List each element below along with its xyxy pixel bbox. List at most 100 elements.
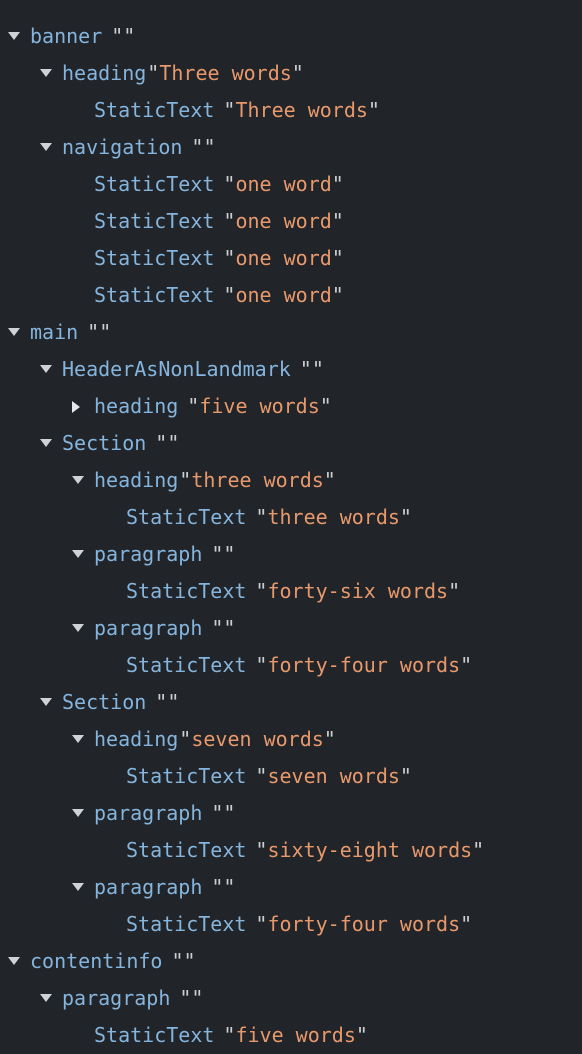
tree-node[interactable]: StaticText "one word"	[0, 166, 582, 203]
tree-node[interactable]: paragraph ""	[0, 610, 582, 647]
tree-node[interactable]: heading"Three words"	[0, 55, 582, 92]
chevron-down-icon[interactable]	[72, 461, 94, 498]
node-value: forty-four words	[267, 653, 461, 677]
chevron-down-icon[interactable]	[8, 17, 30, 54]
chevron-right-icon[interactable]	[72, 387, 94, 424]
tree-node[interactable]: StaticText "forty-four words"	[0, 647, 582, 684]
close-quote: "	[460, 653, 473, 677]
open-quote: "	[87, 320, 100, 344]
tree-node[interactable]: StaticText "five words"	[0, 1017, 582, 1054]
node-value: one word	[235, 283, 332, 307]
open-quote: "	[155, 431, 168, 455]
close-quote: "	[323, 468, 336, 492]
tree-node[interactable]: heading"seven words"	[0, 721, 582, 758]
triangle-glyph	[40, 698, 52, 706]
open-quote: "	[255, 579, 268, 603]
close-quote: "	[367, 98, 380, 122]
close-quote: "	[99, 320, 112, 344]
chevron-down-icon[interactable]	[40, 979, 62, 1016]
accessibility-tree: banner "" heading"Three words" StaticText "T…	[0, 0, 582, 1054]
triangle-glyph	[72, 624, 84, 632]
tree-node[interactable]: StaticText "sixty-eight words"	[0, 832, 582, 869]
tree-node[interactable]: StaticText "one word"	[0, 203, 582, 240]
triangle-glyph	[72, 735, 84, 743]
node-value: one word	[235, 172, 332, 196]
node-role: paragraph	[62, 986, 171, 1010]
node-role: StaticText	[126, 838, 247, 862]
chevron-down-icon[interactable]	[40, 54, 62, 91]
triangle-glyph	[40, 143, 52, 151]
close-quote: "	[319, 394, 332, 418]
tree-node[interactable]: Section ""	[0, 425, 582, 462]
tree-node[interactable]: main ""	[0, 314, 582, 351]
chevron-down-icon[interactable]	[72, 720, 94, 757]
node-value: seven words	[267, 764, 400, 788]
chevron-down-icon[interactable]	[40, 350, 62, 387]
close-quote: "	[323, 727, 336, 751]
node-role: heading	[94, 468, 179, 492]
open-quote: "	[155, 690, 168, 714]
node-value: one word	[235, 246, 332, 270]
chevron-down-icon[interactable]	[72, 609, 94, 646]
open-quote: "	[187, 394, 200, 418]
tree-node[interactable]: StaticText "forty-four words"	[0, 906, 582, 943]
node-role: Section	[62, 690, 147, 714]
tree-node[interactable]: paragraph ""	[0, 795, 582, 832]
node-role: contentinfo	[30, 949, 163, 973]
tree-node[interactable]: HeaderAsNonLandmark ""	[0, 351, 582, 388]
chevron-down-icon[interactable]	[72, 868, 94, 905]
tree-node[interactable]: banner ""	[0, 18, 582, 55]
node-role: main	[30, 320, 79, 344]
close-quote: "	[123, 24, 136, 48]
close-quote: "	[191, 986, 204, 1010]
tree-node[interactable]: StaticText "one word"	[0, 240, 582, 277]
close-quote: "	[223, 542, 236, 566]
tree-node[interactable]: StaticText "seven words"	[0, 758, 582, 795]
tree-node[interactable]: paragraph ""	[0, 536, 582, 573]
tree-node[interactable]: paragraph ""	[0, 980, 582, 1017]
open-quote: "	[223, 246, 236, 270]
open-quote: "	[255, 505, 268, 529]
tree-node[interactable]: StaticText "three words"	[0, 499, 582, 536]
open-quote: "	[211, 616, 224, 640]
chevron-down-icon[interactable]	[40, 424, 62, 461]
tree-node[interactable]: paragraph ""	[0, 869, 582, 906]
tree-node[interactable]: contentinfo ""	[0, 943, 582, 980]
open-quote: "	[255, 653, 268, 677]
tree-node[interactable]: heading "five words"	[0, 388, 582, 425]
open-quote: "	[171, 949, 184, 973]
open-quote: "	[211, 542, 224, 566]
tree-node[interactable]: StaticText "Three words"	[0, 92, 582, 129]
open-quote: "	[255, 912, 268, 936]
open-quote: "	[211, 801, 224, 825]
open-quote: "	[255, 764, 268, 788]
chevron-down-icon[interactable]	[40, 128, 62, 165]
node-role: navigation	[62, 135, 183, 159]
tree-node[interactable]: Section ""	[0, 684, 582, 721]
node-role: StaticText	[126, 579, 247, 603]
close-quote: "	[472, 838, 485, 862]
chevron-down-icon[interactable]	[40, 683, 62, 720]
triangle-glyph	[8, 328, 20, 336]
close-quote: "	[331, 172, 344, 196]
triangle-glyph	[72, 476, 84, 484]
node-value: five words	[235, 1023, 356, 1047]
close-quote: "	[399, 764, 412, 788]
chevron-down-icon[interactable]	[72, 794, 94, 831]
tree-node[interactable]: StaticText "one word"	[0, 277, 582, 314]
open-quote: "	[191, 135, 204, 159]
node-role: paragraph	[94, 616, 203, 640]
tree-node[interactable]: heading"three words"	[0, 462, 582, 499]
chevron-down-icon[interactable]	[8, 942, 30, 979]
chevron-down-icon[interactable]	[8, 313, 30, 350]
node-value: forty-four words	[267, 912, 461, 936]
node-role: StaticText	[94, 246, 215, 270]
chevron-down-icon[interactable]	[72, 535, 94, 572]
node-role: StaticText	[126, 912, 247, 936]
node-role: StaticText	[126, 505, 247, 529]
tree-node[interactable]: navigation ""	[0, 129, 582, 166]
node-value: seven words	[191, 727, 324, 751]
node-role: StaticText	[126, 764, 247, 788]
node-value: Three words	[159, 61, 292, 85]
tree-node[interactable]: StaticText "forty-six words"	[0, 573, 582, 610]
